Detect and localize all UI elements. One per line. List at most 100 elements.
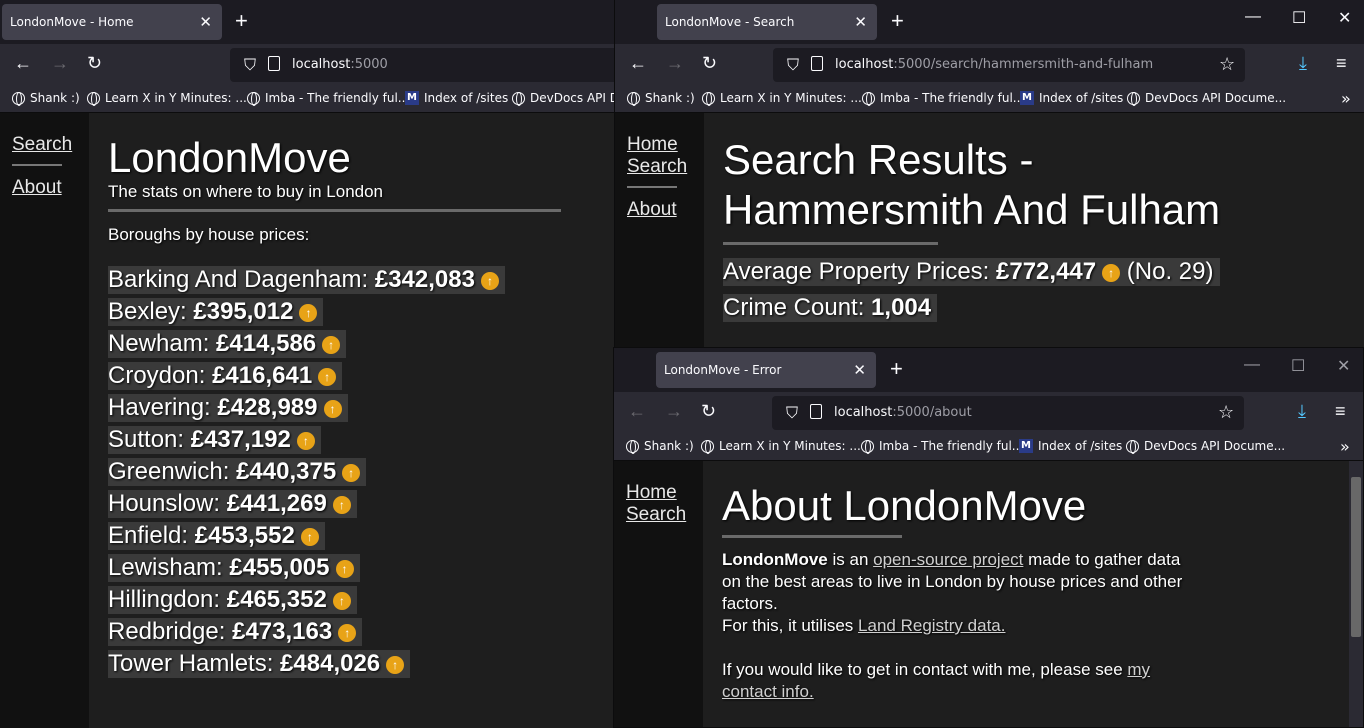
scrollbar-thumb[interactable] bbox=[1351, 477, 1361, 637]
open-source-link[interactable]: open-source project bbox=[873, 550, 1023, 569]
sidebar-link-about[interactable]: About bbox=[12, 177, 62, 199]
list-item: Hounslow: £441,269 ↑ bbox=[108, 490, 614, 522]
url-bar[interactable]: ⛉ localhost:5000 bbox=[230, 48, 614, 82]
globe-icon bbox=[12, 91, 25, 106]
globe-icon bbox=[861, 439, 874, 454]
new-tab-icon[interactable]: + bbox=[891, 10, 904, 32]
close-icon[interactable]: ✕ bbox=[853, 361, 866, 379]
bookmark-item[interactable]: DevDocs API Docume... bbox=[1126, 439, 1285, 454]
reload-icon[interactable]: ↻ bbox=[701, 401, 716, 421]
bookmark-item[interactable]: M Index of /sites bbox=[1019, 439, 1122, 453]
main-content: Search Results - Hammersmith And Fulham … bbox=[704, 113, 1364, 348]
bookmark-item[interactable]: M Index of /sites bbox=[1020, 91, 1123, 105]
bookmark-item[interactable]: Shank :) bbox=[12, 91, 80, 106]
maximize-icon[interactable]: ☐ bbox=[1291, 356, 1305, 376]
m-icon: M bbox=[405, 91, 419, 105]
arrow-coin-icon: ↑ bbox=[318, 368, 337, 386]
sidebar-link-search[interactable]: Search bbox=[627, 156, 687, 178]
sidebar-link-search[interactable]: Search bbox=[12, 134, 72, 156]
close-window-icon[interactable]: ✕ bbox=[1338, 8, 1351, 28]
bookmark-item[interactable]: Shank :) bbox=[627, 91, 695, 106]
arrow-coin-icon: ↑ bbox=[338, 624, 357, 642]
url-text: localhost:5000 bbox=[292, 57, 388, 72]
arrow-coin-icon: ↑ bbox=[296, 432, 315, 450]
bookmark-item[interactable]: Learn X in Y Minutes: ... bbox=[701, 439, 861, 454]
close-window-icon[interactable]: ✕ bbox=[1337, 356, 1350, 376]
bookmark-star-icon[interactable]: ☆ bbox=[1219, 54, 1235, 75]
close-icon[interactable]: ✕ bbox=[199, 13, 212, 31]
page-title: LondonMove bbox=[108, 134, 351, 181]
new-tab-icon[interactable]: + bbox=[235, 10, 248, 32]
minimize-icon[interactable]: — bbox=[1245, 8, 1261, 26]
forward-icon[interactable]: → bbox=[666, 53, 684, 73]
minimize-icon[interactable]: — bbox=[1244, 356, 1260, 374]
bookmark-item[interactable]: Imba - The friendly ful... bbox=[862, 91, 1024, 106]
sidebar: Home Search About bbox=[615, 113, 704, 348]
close-icon[interactable]: ✕ bbox=[854, 13, 867, 31]
maximize-icon[interactable]: ☐ bbox=[1292, 8, 1306, 28]
land-registry-link[interactable]: Land Registry data. bbox=[858, 616, 1005, 635]
reload-icon[interactable]: ↻ bbox=[87, 53, 102, 73]
bookmark-item[interactable]: Learn X in Y Minutes: ... bbox=[87, 91, 247, 106]
back-icon[interactable]: ← bbox=[14, 53, 32, 73]
reload-icon[interactable]: ↻ bbox=[702, 53, 717, 73]
bookmarks-bar: Shank :) Learn X in Y Minutes: ... Imba … bbox=[614, 434, 1363, 461]
menu-icon[interactable]: ≡ bbox=[1335, 401, 1346, 421]
tab-search[interactable]: LondonMove - Search ✕ bbox=[657, 4, 877, 40]
download-icon[interactable]: ⤓ bbox=[1298, 401, 1306, 421]
tab-strip: LondonMove - Search ✕ + — ☐ ✕ bbox=[615, 0, 1364, 44]
page-title: Search Results - Hammersmith And Fulham bbox=[723, 136, 1221, 233]
sidebar-link-home[interactable]: Home bbox=[626, 482, 677, 504]
bookmark-item[interactable]: DevDocs API D bbox=[512, 91, 614, 106]
arrow-coin-icon: ↑ bbox=[332, 592, 351, 610]
globe-icon bbox=[702, 91, 715, 106]
sidebar-link-about[interactable]: About bbox=[627, 199, 677, 221]
bookmark-item[interactable]: Learn X in Y Minutes: ... bbox=[702, 91, 862, 106]
tab-error[interactable]: LondonMove - Error ✕ bbox=[656, 352, 876, 388]
sidebar-divider bbox=[627, 186, 677, 188]
sidebar-divider bbox=[12, 164, 62, 166]
globe-icon bbox=[626, 439, 639, 454]
list-item: Tower Hamlets: £484,026 ↑ bbox=[108, 650, 614, 682]
title-divider bbox=[723, 242, 938, 245]
bookmark-item[interactable]: DevDocs API Docume... bbox=[1127, 91, 1286, 106]
back-icon[interactable]: ← bbox=[628, 401, 646, 421]
download-icon[interactable]: ⤓ bbox=[1299, 53, 1307, 73]
globe-icon bbox=[701, 439, 714, 454]
list-item: Bexley: £395,012 ↑ bbox=[108, 298, 614, 330]
url-bar[interactable]: ⛉ localhost:5000/about ☆ bbox=[772, 396, 1244, 430]
menu-icon[interactable]: ≡ bbox=[1336, 53, 1347, 73]
avg-price-row: Average Property Prices: £772,447 ↑ (No. … bbox=[723, 258, 1364, 294]
chevron-right-icon[interactable]: » bbox=[1340, 437, 1350, 456]
chevron-right-icon[interactable]: » bbox=[1341, 89, 1351, 108]
nav-bar: ← → ↻ ⛉ localhost:5000/search/hammersmit… bbox=[615, 44, 1364, 86]
sidebar-link-search[interactable]: Search bbox=[626, 504, 686, 526]
about-browser-window: LondonMove - Error ✕ + — ☐ ✕ ← → ↻ ⛉ loc… bbox=[613, 347, 1364, 728]
scrollbar[interactable] bbox=[1349, 461, 1363, 727]
shield-icon: ⛉ bbox=[786, 403, 799, 422]
bookmark-item[interactable]: Shank :) bbox=[626, 439, 694, 454]
main-content: About LondonMove LondonMove is an open-s… bbox=[703, 461, 1349, 727]
sidebar-link-home[interactable]: Home bbox=[627, 134, 678, 156]
arrow-coin-icon: ↑ bbox=[480, 272, 499, 290]
new-tab-icon[interactable]: + bbox=[890, 358, 903, 380]
m-icon: M bbox=[1019, 439, 1033, 453]
borough-list: Barking And Dagenham: £342,083 ↑ Bexley: … bbox=[108, 266, 614, 682]
forward-icon[interactable]: → bbox=[665, 401, 683, 421]
sidebar: Home Search bbox=[614, 461, 703, 727]
globe-icon bbox=[512, 91, 525, 106]
arrow-coin-icon: ↑ bbox=[300, 528, 319, 546]
url-bar[interactable]: ⛉ localhost:5000/search/hammersmith-and-… bbox=[773, 48, 1245, 82]
forward-icon[interactable]: → bbox=[51, 53, 69, 73]
bookmark-item[interactable]: M Index of /sites bbox=[405, 91, 508, 105]
bookmark-item[interactable]: Imba - The friendly ful... bbox=[247, 91, 409, 106]
globe-icon bbox=[627, 91, 640, 106]
tab-strip: LondonMove - Error ✕ + — ☐ ✕ bbox=[614, 348, 1363, 392]
tab-title: LondonMove - Error bbox=[664, 363, 782, 377]
list-item: Hillingdon: £465,352 ↑ bbox=[108, 586, 614, 618]
tab-home[interactable]: LondonMove - Home ✕ bbox=[2, 4, 222, 40]
bookmark-item[interactable]: Imba - The friendly ful... bbox=[861, 439, 1023, 454]
back-icon[interactable]: ← bbox=[629, 53, 647, 73]
main-content: LondonMove The stats on where to buy in … bbox=[89, 113, 614, 728]
bookmark-star-icon[interactable]: ☆ bbox=[1218, 402, 1234, 423]
